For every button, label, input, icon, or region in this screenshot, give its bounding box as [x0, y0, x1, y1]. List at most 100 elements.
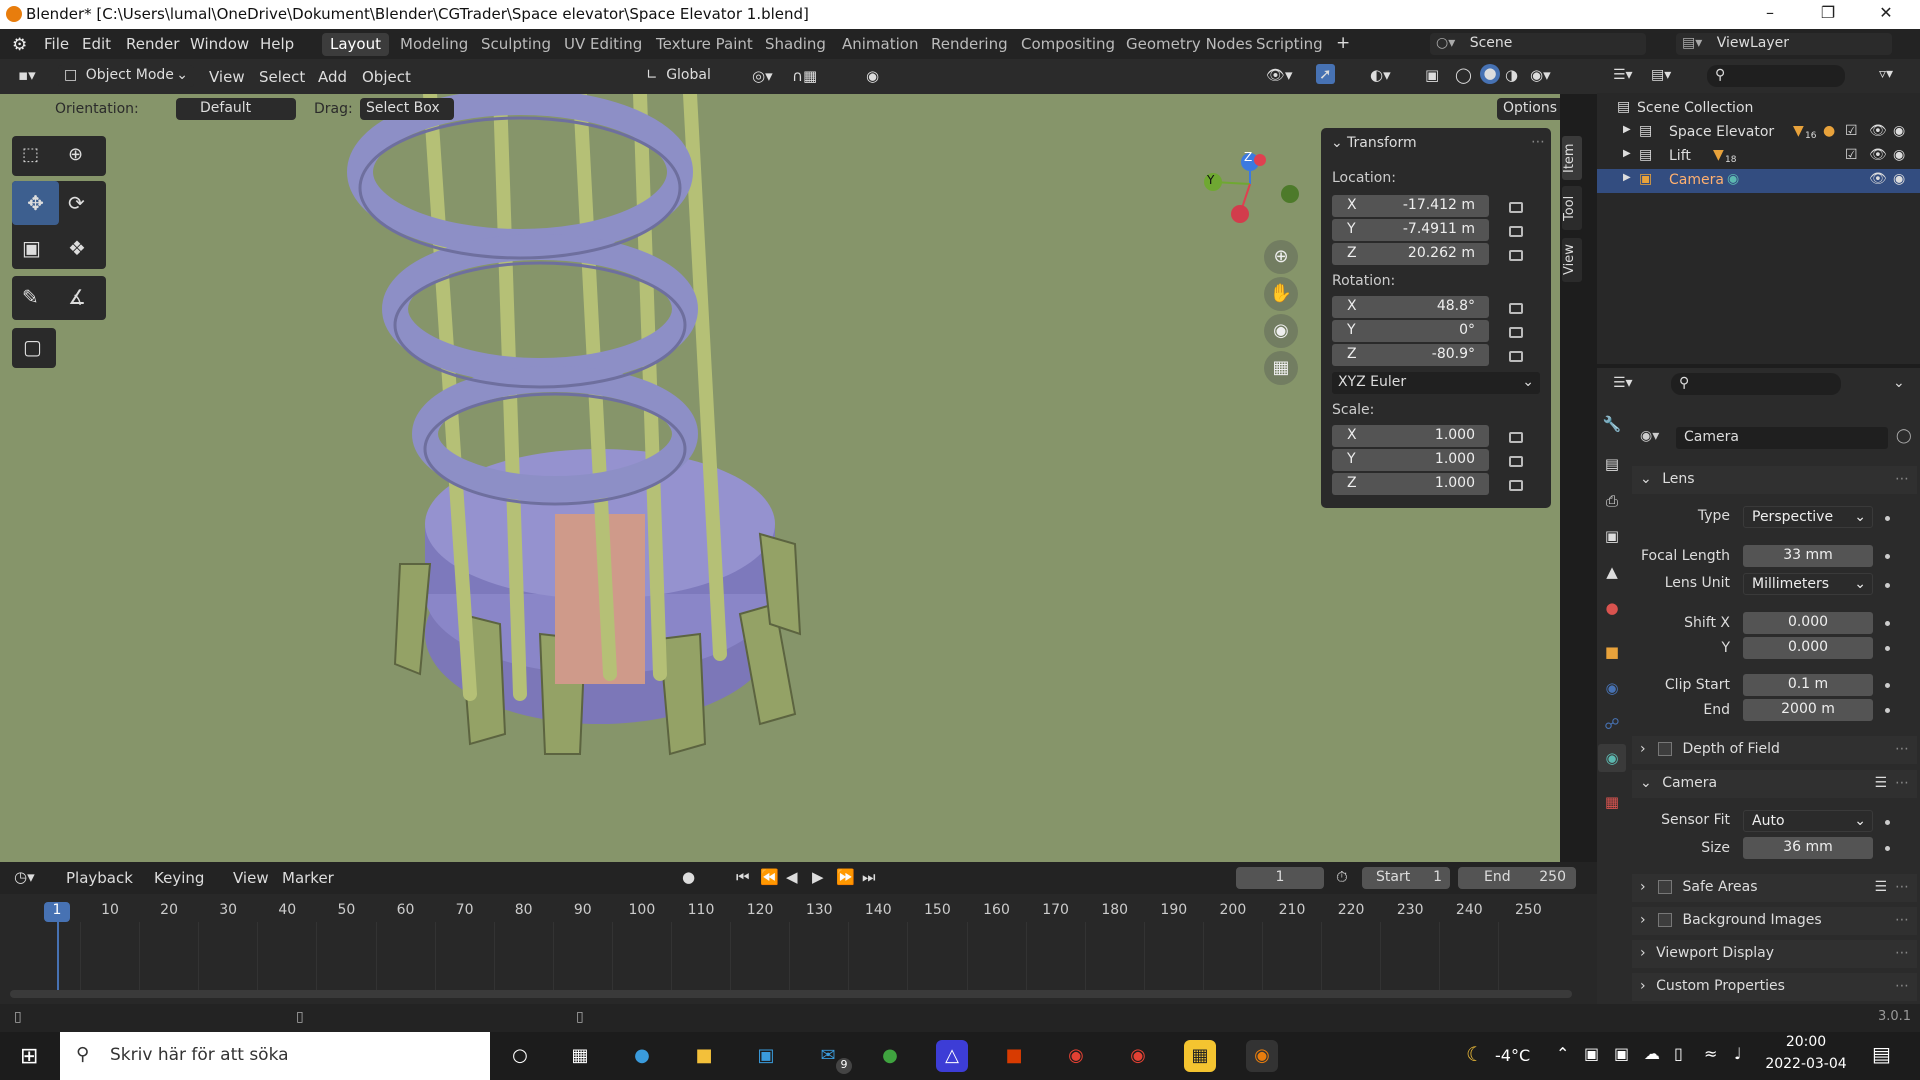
drag-handle-icon[interactable]: ⋯	[1531, 134, 1545, 150]
checkbox-icon[interactable]: ☑	[1845, 123, 1858, 139]
playhead-line[interactable]	[57, 922, 59, 994]
timeline-menu-view[interactable]: View	[233, 869, 269, 887]
jump-end-icon[interactable]: ⏭	[862, 868, 876, 886]
expand-arrow-icon[interactable]: ▶	[1623, 148, 1631, 159]
playhead-frame-indicator[interactable]: 1	[44, 902, 70, 922]
tray-camera-icon[interactable]: ▣	[1614, 1044, 1629, 1063]
camera-section-header[interactable]: ⌄ Camera ☰ ⋯	[1632, 770, 1917, 798]
object-props-tab[interactable]: ■	[1598, 638, 1626, 666]
sidebar-tab-tool[interactable]: Tool	[1562, 186, 1582, 230]
custom-properties-section-header[interactable]: › Custom Properties ⋯	[1632, 973, 1917, 1001]
tray-chevron-up-icon[interactable]: ⌃	[1556, 1044, 1569, 1063]
visibility-icon[interactable]: 👁▾	[1266, 66, 1293, 84]
lock-icon[interactable]	[1509, 351, 1523, 362]
sensor-fit-dropdown[interactable]: Auto ⌄	[1743, 810, 1873, 832]
camera-render-icon[interactable]: ◉	[1893, 123, 1905, 139]
presets-list-icon[interactable]: ☰	[1874, 775, 1887, 791]
play-reverse-icon[interactable]: ◀	[786, 868, 798, 886]
timeline-editor-icon[interactable]: ◷▾	[14, 868, 35, 886]
drag-handle-icon[interactable]: ⋯	[1895, 912, 1909, 928]
close-button[interactable]: ✕	[1866, 3, 1906, 25]
rotation-mode-dropdown[interactable]: XYZ Euler ⌄	[1332, 372, 1540, 394]
pivot-point-icon[interactable]: ◎▾	[752, 67, 773, 85]
eye-icon[interactable]: 👁	[1869, 123, 1887, 139]
orientation-dropdown[interactable]: Default	[176, 98, 296, 120]
chevron-down-icon[interactable]: ⌄	[1893, 375, 1905, 391]
menu-file[interactable]: File	[44, 35, 69, 53]
viewport-menu-select[interactable]: Select	[259, 68, 305, 86]
lock-icon[interactable]	[1509, 480, 1523, 491]
battery-icon[interactable]: ▯	[1674, 1044, 1683, 1063]
properties-search-input[interactable]: ⚲	[1671, 373, 1841, 395]
outliner-editor-icon[interactable]: ☰▾	[1613, 67, 1633, 83]
lock-icon[interactable]	[1509, 250, 1523, 261]
jump-keyframe-back-icon[interactable]: ⏪	[760, 868, 779, 886]
outliner-search-input[interactable]: ⚲	[1707, 65, 1845, 87]
location-x-field[interactable]: X -17.412 m	[1332, 195, 1489, 217]
add-cube-tool[interactable]: ▢	[12, 328, 56, 368]
app-icon[interactable]: △	[936, 1040, 968, 1072]
clock-date[interactable]: 2022-03-04	[1764, 1056, 1848, 1072]
outliner-item-camera[interactable]: ▶ ▣ Camera ◉ 👁 ◉	[1597, 169, 1920, 193]
select-box-icon[interactable]: ⬚	[22, 144, 39, 165]
annotate-icon[interactable]: ✎	[22, 285, 39, 309]
cortana-icon[interactable]: ○	[504, 1040, 536, 1072]
lens-type-dropdown[interactable]: Perspective ⌄	[1743, 506, 1873, 528]
start-frame-field[interactable]: Start 1	[1362, 867, 1450, 889]
solid-shading-icon[interactable]: ●	[1480, 64, 1500, 84]
camera-data-props-tab[interactable]: ◉	[1598, 744, 1626, 772]
background-images-checkbox[interactable]	[1658, 913, 1673, 927]
camera-render-icon[interactable]: ◉	[1893, 147, 1905, 163]
play-icon[interactable]: ▶	[812, 868, 824, 886]
drag-handle-icon[interactable]: ⋯	[1895, 471, 1909, 487]
lens-section-header[interactable]: ⌄ Lens ⋯	[1632, 466, 1917, 494]
filter-icon[interactable]: ▿▾	[1879, 66, 1893, 82]
blender-menu-icon[interactable]: ⚙	[12, 35, 27, 55]
timeline-menu-playback[interactable]: Playback	[66, 869, 133, 887]
gizmo-toggle-icon[interactable]: ➚	[1316, 64, 1335, 84]
mode-selector[interactable]: □ Object Mode ⌄	[58, 65, 194, 87]
keyframe-dot-icon[interactable]	[1885, 554, 1890, 559]
tab-compositing[interactable]: Compositing	[1013, 33, 1123, 56]
scale-icon[interactable]: ▣	[22, 236, 41, 260]
proportional-edit-icon[interactable]: ◉	[866, 67, 879, 85]
location-y-field[interactable]: Y -7.4911 m	[1332, 219, 1489, 241]
texture-props-tab[interactable]: ▦	[1598, 788, 1626, 816]
timeline-menu-marker[interactable]: Marker	[282, 869, 334, 887]
shift-y-field[interactable]: 0.000	[1743, 637, 1873, 659]
file-explorer-icon[interactable]: ■	[688, 1040, 720, 1072]
tab-rendering[interactable]: Rendering	[923, 33, 1016, 56]
shift-x-field[interactable]: 0.000	[1743, 612, 1873, 634]
constraints-props-tab[interactable]: ☍	[1598, 710, 1626, 738]
rendered-shading-icon[interactable]: ◉▾	[1530, 66, 1551, 84]
rotate-icon[interactable]: ⟳	[68, 191, 85, 215]
outliner-item-space-elevator[interactable]: ▶ ▤ Space Elevator ▼ 16 ● ☑ 👁 ◉	[1597, 121, 1920, 145]
viewport-display-section-header[interactable]: › Viewport Display ⋯	[1632, 940, 1917, 968]
drag-handle-icon[interactable]: ⋯	[1895, 741, 1909, 757]
sidebar-tab-item[interactable]: Item	[1562, 136, 1582, 180]
measure-icon[interactable]: ∡	[68, 285, 86, 309]
scale-z-field[interactable]: Z 1.000	[1332, 473, 1489, 495]
transform-icon[interactable]: ❖	[68, 236, 86, 260]
expand-arrow-icon[interactable]: ▶	[1623, 124, 1631, 135]
outliner-scene-collection[interactable]: ▤ Scene Collection	[1597, 97, 1920, 121]
presets-list-icon[interactable]: ☰	[1874, 879, 1887, 895]
clip-start-field[interactable]: 0.1 m	[1743, 674, 1873, 696]
editor-type-icon[interactable]: ▪▾	[18, 66, 36, 84]
expand-arrow-icon[interactable]: ▶	[1623, 172, 1631, 183]
snap-icon[interactable]: ∩▦	[792, 67, 817, 85]
jump-keyframe-forward-icon[interactable]: ⏩	[836, 868, 855, 886]
chrome-profile-icon[interactable]: ◉	[1122, 1040, 1154, 1072]
physics-props-tab[interactable]: ◉	[1598, 674, 1626, 702]
sticky-notes-icon[interactable]: ▦	[1184, 1040, 1216, 1072]
drag-handle-icon[interactable]: ⋯	[1895, 978, 1909, 994]
zoom-icon[interactable]: ⊕	[1264, 240, 1298, 274]
camera-view-icon[interactable]: ◉	[1264, 314, 1298, 348]
tool-props-tab[interactable]: 🔧	[1598, 410, 1626, 438]
properties-editor-icon[interactable]: ☰▾	[1613, 375, 1633, 391]
xray-icon[interactable]: ▣	[1425, 66, 1439, 84]
collapse-chevron-icon[interactable]: ⌄	[1331, 135, 1343, 151]
clock-time[interactable]: 20:00	[1776, 1034, 1836, 1050]
notifications-icon[interactable]: ▤	[1872, 1042, 1891, 1066]
keyframe-dot-icon[interactable]	[1885, 820, 1890, 825]
